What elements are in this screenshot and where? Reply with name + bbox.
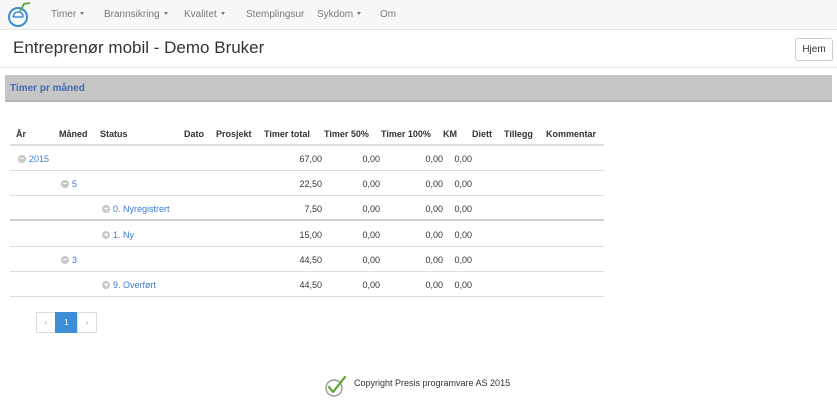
section-title: Timer pr måned	[10, 83, 85, 94]
table-row: 5 22,50 0,00 0,00 0,00	[10, 171, 604, 196]
timer-50-cell: 0,00	[362, 204, 380, 214]
timer-total-cell: 15,00	[299, 230, 322, 240]
timer-total-cell: 7,50	[304, 204, 322, 214]
column-header-ar[interactable]: År	[16, 129, 26, 139]
timer-50-cell: 0,00	[362, 230, 380, 240]
tree-node-status[interactable]: 1. Ny	[102, 230, 134, 240]
timer-100-cell: 0,00	[425, 179, 443, 189]
nav-item-stemplingsur[interactable]: Stemplingsur	[246, 9, 304, 20]
timer-100-cell: 0,00	[425, 280, 443, 290]
chevron-down-icon	[163, 11, 168, 15]
header-divider	[0, 67, 837, 68]
timer-50-cell: 0,00	[362, 179, 380, 189]
km-cell: 0,00	[454, 179, 472, 189]
column-header-timer-total[interactable]: Timer total	[264, 129, 310, 139]
footer-copyright: Copyright Presis programvare AS 2015	[354, 378, 511, 388]
timer-total-cell: 67,00	[299, 154, 322, 164]
tree-node-status[interactable]: 0. Nyregistrert	[102, 204, 170, 214]
nav-item-timer[interactable]: Timer	[51, 9, 85, 20]
expand-icon[interactable]	[102, 280, 110, 289]
nav-item-kvalitet[interactable]: Kvalitet	[184, 9, 225, 20]
nav-item-brannsikring[interactable]: Brannsikring	[104, 9, 168, 20]
timer-50-cell: 0,00	[362, 255, 380, 265]
timer-50-cell: 0,00	[362, 154, 380, 164]
km-cell: 0,00	[454, 255, 472, 265]
tree-node-status[interactable]: 9. Overført	[102, 280, 156, 290]
column-header-prosjekt[interactable]: Prosjekt	[216, 129, 252, 139]
expand-icon[interactable]	[102, 230, 110, 239]
collapse-icon[interactable]	[18, 154, 26, 163]
page-title: Entreprenør mobil - Demo Bruker	[13, 38, 265, 57]
nav-item-om[interactable]: Om	[380, 9, 396, 20]
tree-node-month[interactable]: 5	[61, 179, 77, 189]
km-cell: 0,00	[454, 154, 472, 164]
collapse-icon[interactable]	[61, 179, 69, 188]
column-header-tillegg[interactable]: Tillegg	[504, 129, 533, 139]
pagination-page-button[interactable]: 1	[55, 312, 78, 333]
chevron-down-icon	[80, 11, 85, 15]
table-row: 3 44,50 0,00 0,00 0,00	[10, 247, 604, 272]
chevron-down-icon	[357, 11, 362, 15]
column-header-timer-50[interactable]: Timer 50%	[324, 129, 369, 139]
nav-item-sykdom[interactable]: Sykdom	[317, 9, 362, 20]
tree-node-month[interactable]: 3	[61, 255, 77, 265]
column-header-timer-100[interactable]: Timer 100%	[381, 129, 431, 139]
timer-total-cell: 22,50	[299, 179, 322, 189]
pagination-next-button[interactable]: ›	[77, 312, 97, 333]
column-header-diett[interactable]: Diett	[472, 129, 492, 139]
home-button[interactable]: Hjem	[795, 38, 833, 61]
timer-100-cell: 0,00	[425, 204, 443, 214]
column-header-kommentar[interactable]: Kommentar	[546, 129, 596, 139]
table-row: 2015 67,00 0,00 0,00 0,00	[10, 146, 604, 171]
timer-100-cell: 0,00	[425, 154, 443, 164]
table-row: 0. Nyregistrert 7,50 0,00 0,00 0,00	[10, 196, 604, 221]
tree-node-year[interactable]: 2015	[18, 154, 49, 164]
timer-50-cell: 0,00	[362, 280, 380, 290]
table-row: 9. Overført 44,50 0,00 0,00 0,00	[10, 272, 604, 297]
timer-100-cell: 0,00	[425, 230, 443, 240]
column-header-dato[interactable]: Dato	[184, 129, 204, 139]
chevron-down-icon	[220, 11, 225, 15]
timer-100-cell: 0,00	[425, 255, 443, 265]
km-cell: 0,00	[454, 280, 472, 290]
column-header-status[interactable]: Status	[100, 129, 128, 139]
table-row: 1. Ny 15,00 0,00 0,00 0,00	[10, 222, 604, 247]
expand-icon[interactable]	[102, 204, 110, 213]
checkmark-logo-icon	[325, 375, 347, 397]
column-header-km[interactable]: KM	[443, 129, 457, 139]
km-cell: 0,00	[454, 230, 472, 240]
timer-total-cell: 44,50	[299, 280, 322, 290]
section-header: Timer pr måned	[5, 75, 832, 102]
pagination-prev-button[interactable]: ‹	[36, 312, 56, 333]
timer-total-cell: 44,50	[299, 255, 322, 265]
app-logo-icon[interactable]	[6, 2, 32, 28]
pagination: ‹ 1 ›	[36, 312, 97, 333]
collapse-icon[interactable]	[61, 255, 69, 264]
top-navbar: Timer Brannsikring Kvalitet Stemplingsur…	[0, 0, 837, 30]
km-cell: 0,00	[454, 204, 472, 214]
column-header-maned[interactable]: Måned	[59, 129, 88, 139]
